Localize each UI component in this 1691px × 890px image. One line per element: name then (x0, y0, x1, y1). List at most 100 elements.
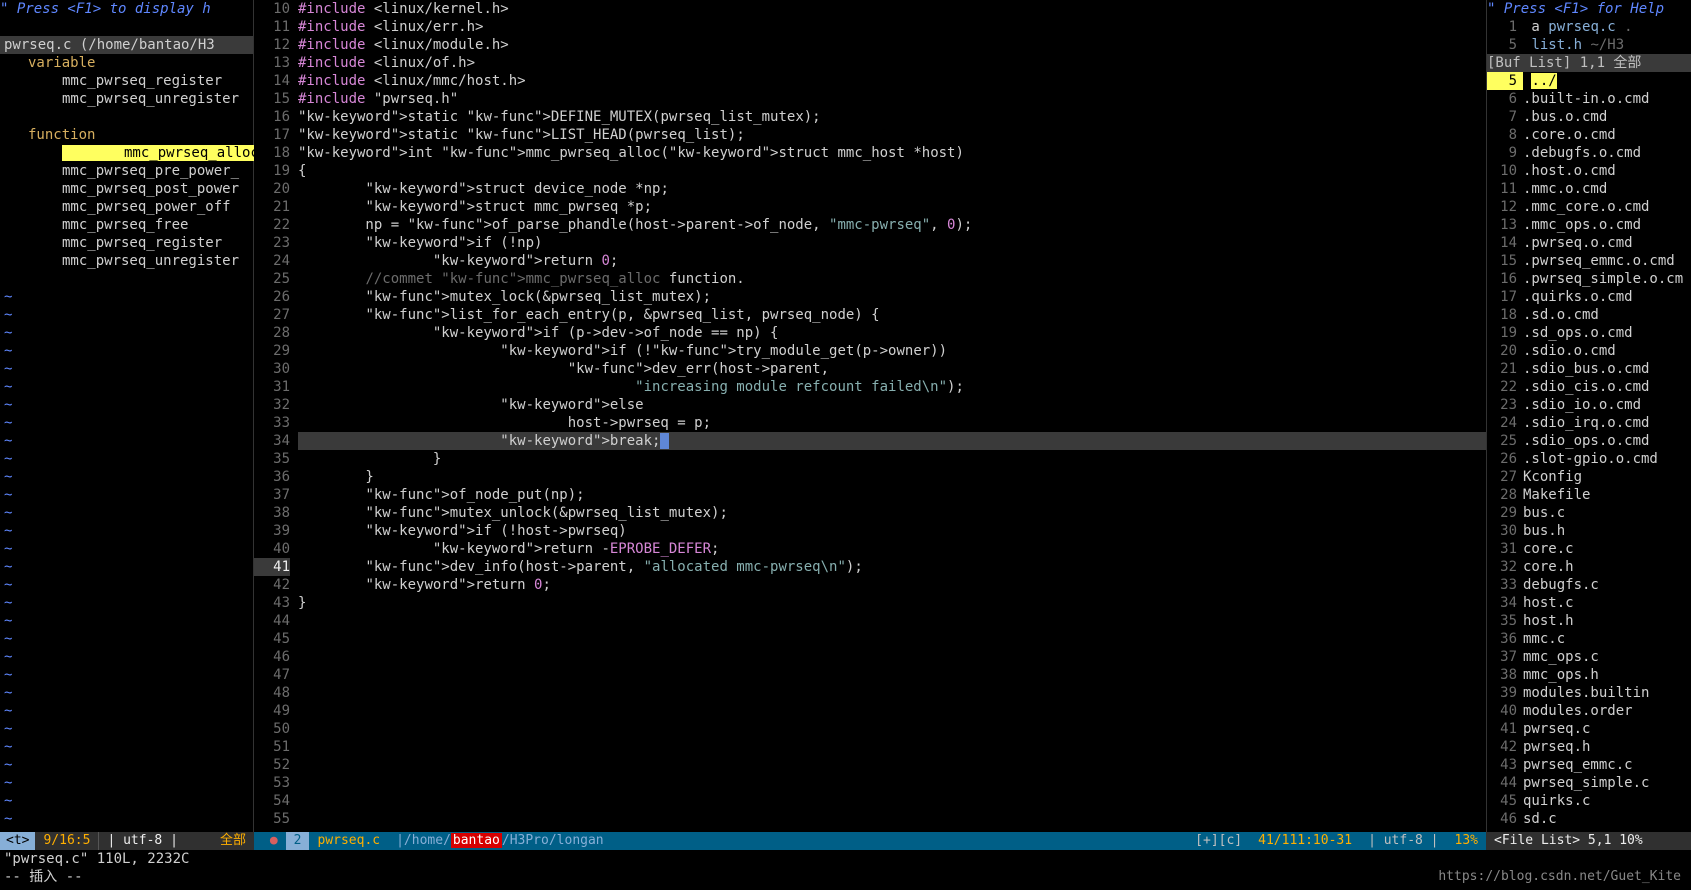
code-area[interactable]: #include <linux/kernel.h>#include <linux… (298, 0, 1486, 832)
code-line[interactable]: "kw-keyword">return 0; (298, 252, 1486, 270)
code-line[interactable]: "kw-keyword">if (p->dev->of_node == np) … (298, 324, 1486, 342)
filelist-item[interactable]: 11.mmc.o.cmd (1487, 180, 1691, 198)
filelist-item[interactable]: 37mmc_ops.c (1487, 648, 1691, 666)
line-number: 32 (254, 396, 290, 414)
filelist-item[interactable]: 24.sdio_irq.o.cmd (1487, 414, 1691, 432)
line-number: 55 (254, 810, 290, 828)
code-line[interactable]: } (298, 594, 1486, 612)
filelist-item[interactable]: 25.sdio_ops.o.cmd (1487, 432, 1691, 450)
tag-item[interactable]: mmc_pwrseq_unregister (0, 252, 253, 270)
filelist-item[interactable]: 34host.c (1487, 594, 1691, 612)
code-line[interactable]: #include <linux/mmc/host.h> (298, 72, 1486, 90)
code-line[interactable]: "kw-keyword">static "kw-func">LIST_HEAD(… (298, 126, 1486, 144)
filelist-item[interactable]: 19.sd_ops.o.cmd (1487, 324, 1691, 342)
filelist-item[interactable]: 21.sdio_bus.o.cmd (1487, 360, 1691, 378)
buffer-entry[interactable]: 1 a pwrseq.c . (1487, 18, 1691, 36)
filelist-item[interactable]: 13.mmc_ops.o.cmd (1487, 216, 1691, 234)
code-line[interactable]: "kw-func">dev_err(host->parent, (298, 360, 1486, 378)
code-line[interactable]: "kw-keyword">if (!host->pwrseq) (298, 522, 1486, 540)
filelist-item[interactable]: 32core.h (1487, 558, 1691, 576)
filelist-item[interactable]: 35host.h (1487, 612, 1691, 630)
code-line[interactable]: { (298, 162, 1486, 180)
code-line[interactable]: "kw-keyword">return -EPROBE_DEFER; (298, 540, 1486, 558)
code-line[interactable]: #include <linux/module.h> (298, 36, 1486, 54)
code-line[interactable]: "increasing module refcount failed\n"); (298, 378, 1486, 396)
filelist-item[interactable]: 10.host.o.cmd (1487, 162, 1691, 180)
filelist-item[interactable]: 22.sdio_cis.o.cmd (1487, 378, 1691, 396)
line-number: 52 (254, 756, 290, 774)
tag-item[interactable]: mmc_pwrseq_unregister (0, 90, 253, 108)
tag-item[interactable]: mmc_pwrseq_post_power (0, 180, 253, 198)
filelist-item[interactable]: 12.mmc_core.o.cmd (1487, 198, 1691, 216)
code-line[interactable]: host->pwrseq = p; (298, 414, 1486, 432)
command-line-area[interactable]: "pwrseq.c" 110L, 2232C -- 插入 -- (0, 850, 1691, 886)
filelist-item[interactable]: 23.sdio_io.o.cmd (1487, 396, 1691, 414)
filelist-item[interactable]: 45quirks.c (1487, 792, 1691, 810)
filelist-item[interactable]: 14.pwrseq.o.cmd (1487, 234, 1691, 252)
code-line[interactable]: "kw-func">mutex_unlock(&pwrseq_list_mute… (298, 504, 1486, 522)
code-line[interactable]: np = "kw-func">of_parse_phandle(host->pa… (298, 216, 1486, 234)
filelist-item[interactable]: 42pwrseq.h (1487, 738, 1691, 756)
code-line[interactable]: "kw-keyword">return 0; (298, 576, 1486, 594)
filelist-item[interactable]: 39modules.builtin (1487, 684, 1691, 702)
code-line[interactable]: #include "pwrseq.h" (298, 90, 1486, 108)
code-line[interactable]: "kw-keyword">if (!"kw-func">try_module_g… (298, 342, 1486, 360)
filelist-item[interactable]: 17.quirks.o.cmd (1487, 288, 1691, 306)
code-line[interactable]: #include <linux/of.h> (298, 54, 1486, 72)
code-line[interactable]: "kw-keyword">struct mmc_pwrseq *p; (298, 198, 1486, 216)
file-list-pane[interactable]: " Press <F1> for Help 1 a pwrseq.c .5 li… (1486, 0, 1691, 832)
filelist-item[interactable]: 43pwrseq_emmc.c (1487, 756, 1691, 774)
code-line[interactable]: "kw-keyword">else (298, 396, 1486, 414)
filelist-item[interactable]: 26.slot-gpio.o.cmd (1487, 450, 1691, 468)
code-line[interactable]: #include <linux/kernel.h> (298, 0, 1486, 18)
code-line[interactable]: } (298, 468, 1486, 486)
filelist-item[interactable]: 33debugfs.c (1487, 576, 1691, 594)
filelist-item[interactable]: 46sd.c (1487, 810, 1691, 828)
code-line[interactable]: "kw-func">dev_info(host->parent, "alloca… (298, 558, 1486, 576)
filelist-item[interactable]: 7.bus.o.cmd (1487, 108, 1691, 126)
code-line[interactable]: "kw-func">list_for_each_entry(p, &pwrseq… (298, 306, 1486, 324)
tag-item[interactable]: mmc_pwrseq_free (0, 216, 253, 234)
tag-item[interactable]: mmc_pwrseq_pre_power_ (0, 162, 253, 180)
tag-item[interactable]: mmc_pwrseq_power_off (0, 198, 253, 216)
filelist-item[interactable]: 41pwrseq.c (1487, 720, 1691, 738)
code-line[interactable]: "kw-keyword">if (!np) (298, 234, 1486, 252)
filelist-item[interactable]: 9.debugfs.o.cmd (1487, 144, 1691, 162)
taglist-pane[interactable]: " Press <F1> to display h pwrseq.c (/hom… (0, 0, 254, 832)
filelist-item[interactable]: 8.core.o.cmd (1487, 126, 1691, 144)
code-line[interactable]: "kw-func">mutex_lock(&pwrseq_list_mutex)… (298, 288, 1486, 306)
code-line[interactable]: "kw-keyword">static "kw-func">DEFINE_MUT… (298, 108, 1486, 126)
code-editor-pane[interactable]: 1011121314151617181920212223242526272829… (254, 0, 1486, 832)
code-line[interactable]: } (298, 450, 1486, 468)
filelist-item[interactable]: 30bus.h (1487, 522, 1691, 540)
filelist-item[interactable]: 36mmc.c (1487, 630, 1691, 648)
empty-line-marker: ~ (0, 576, 253, 594)
line-number: 42 (254, 576, 290, 594)
file-info-message: "pwrseq.c" 110L, 2232C (4, 850, 1687, 868)
filelist-item[interactable]: 15.pwrseq_emmc.o.cmd (1487, 252, 1691, 270)
filelist-item[interactable]: 29bus.c (1487, 504, 1691, 522)
filelist-item[interactable]: 44pwrseq_simple.c (1487, 774, 1691, 792)
filelist-item[interactable]: 16.pwrseq_simple.o.cm (1487, 270, 1691, 288)
filelist-item[interactable]: 20.sdio.o.cmd (1487, 342, 1691, 360)
code-line[interactable]: "kw-keyword">break; (298, 432, 1486, 450)
filelist-item[interactable]: 28Makefile (1487, 486, 1691, 504)
filelist-item[interactable]: 27Kconfig (1487, 468, 1691, 486)
filelist-item[interactable]: 38mmc_ops.h (1487, 666, 1691, 684)
code-line[interactable]: "kw-keyword">int "kw-func">mmc_pwrseq_al… (298, 144, 1486, 162)
tag-item-selected[interactable]: mmc_pwrseq_alloc (62, 145, 259, 161)
filelist-item[interactable]: 6.built-in.o.cmd (1487, 90, 1691, 108)
filelist-item[interactable]: 18.sd.o.cmd (1487, 306, 1691, 324)
tag-item[interactable]: mmc_pwrseq_register (0, 234, 253, 252)
code-line[interactable]: #include <linux/err.h> (298, 18, 1486, 36)
code-line[interactable]: "kw-keyword">struct device_node *np; (298, 180, 1486, 198)
buffer-entry[interactable]: 5 list.h ~/H3 (1487, 36, 1691, 54)
tag-section-variable[interactable]: variable (0, 54, 253, 72)
tag-item[interactable]: mmc_pwrseq_register (0, 72, 253, 90)
tag-section-function[interactable]: function (0, 126, 253, 144)
filelist-item[interactable]: 31core.c (1487, 540, 1691, 558)
code-line[interactable]: //commet "kw-func">mmc_pwrseq_alloc func… (298, 270, 1486, 288)
code-line[interactable]: "kw-func">of_node_put(np); (298, 486, 1486, 504)
filelist-item[interactable]: 40modules.order (1487, 702, 1691, 720)
filelist-parent-dir[interactable]: 5 ../ (1487, 72, 1691, 90)
